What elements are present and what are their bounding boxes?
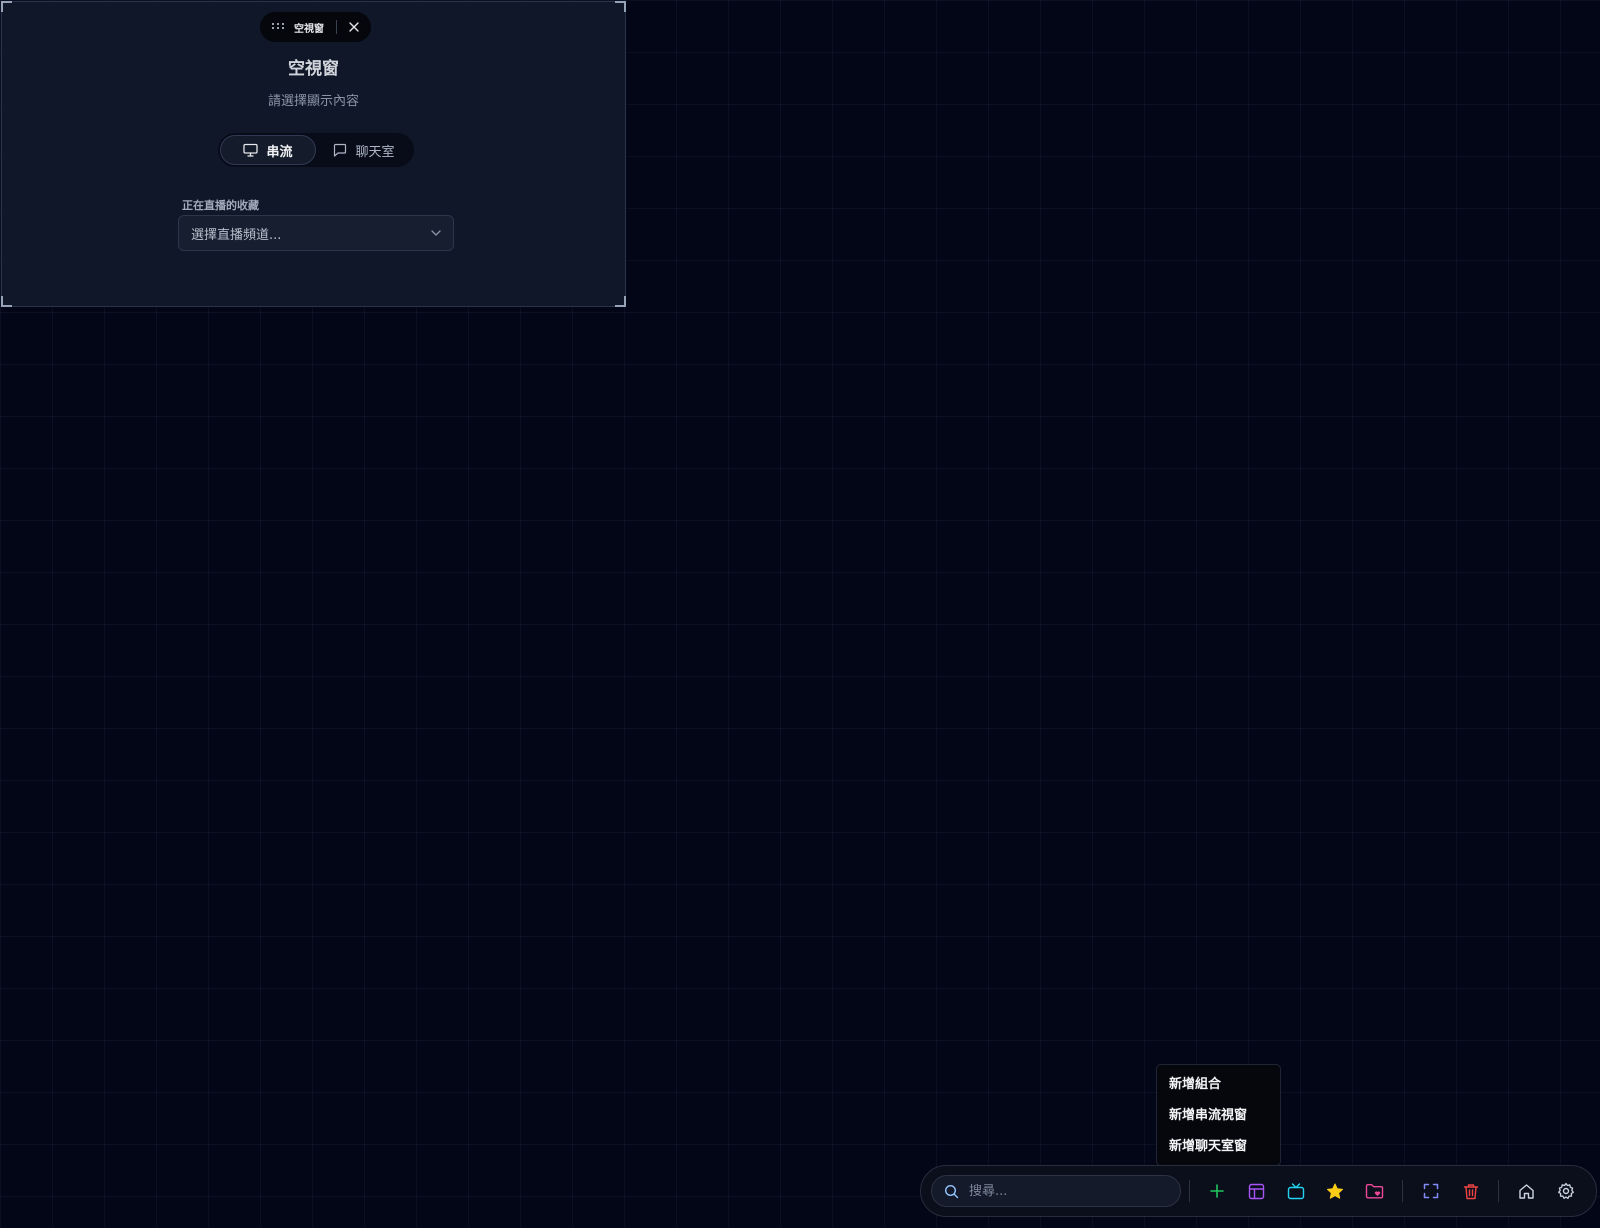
close-icon bbox=[349, 22, 359, 32]
panel-subheading: 請選擇顯示內容 bbox=[267, 94, 359, 109]
fullscreen-button[interactable] bbox=[1411, 1171, 1450, 1211]
divider bbox=[336, 20, 337, 34]
menu-item-add-chat-window[interactable]: 新增聊天室窗 bbox=[1157, 1131, 1280, 1162]
home-icon bbox=[1519, 1183, 1535, 1199]
trash-icon bbox=[1463, 1183, 1478, 1199]
toolbar-divider bbox=[1188, 1180, 1190, 1202]
resize-handle-top-left[interactable] bbox=[1, 1, 12, 12]
favorite-folder-button[interactable] bbox=[1355, 1171, 1394, 1211]
tv-button[interactable] bbox=[1276, 1171, 1315, 1211]
tab-chatroom-label: 聊天室 bbox=[355, 144, 395, 160]
drag-handle-icon[interactable] bbox=[272, 23, 286, 31]
live-favorites-label: 正在直播的收藏 bbox=[182, 199, 259, 212]
panel-heading: 空視窗 bbox=[288, 59, 339, 79]
monitor-icon bbox=[243, 143, 259, 157]
toolbar-divider bbox=[1402, 1180, 1404, 1202]
resize-handle-bottom-left[interactable] bbox=[1, 296, 12, 307]
search-input[interactable] bbox=[969, 1183, 1159, 1199]
home-button[interactable] bbox=[1507, 1171, 1546, 1211]
toolbar-divider bbox=[1498, 1180, 1500, 1202]
bottom-toolbar bbox=[920, 1165, 1597, 1217]
plus-icon bbox=[1210, 1184, 1225, 1198]
live-channel-select[interactable]: 選擇直播頻道... bbox=[178, 215, 454, 251]
content-type-toggle: 串流 聊天室 bbox=[218, 133, 414, 167]
window-title-pill: 空視窗 bbox=[260, 12, 371, 42]
layout-button[interactable] bbox=[1237, 1171, 1276, 1211]
delete-button[interactable] bbox=[1451, 1171, 1490, 1211]
search-box[interactable] bbox=[931, 1175, 1181, 1207]
favorites-button[interactable] bbox=[1316, 1171, 1355, 1211]
menu-item-add-stream-window[interactable]: 新增串流視窗 bbox=[1157, 1100, 1280, 1131]
tab-stream-label: 串流 bbox=[266, 144, 293, 160]
chat-bubble-icon bbox=[334, 143, 347, 157]
live-channel-select-placeholder: 選擇直播頻道... bbox=[191, 227, 282, 243]
add-menu: 新增組合 新增串流視窗 新增聊天室窗 bbox=[1156, 1064, 1281, 1166]
search-icon bbox=[944, 1184, 959, 1198]
resize-handle-top-right[interactable] bbox=[615, 1, 626, 12]
add-button[interactable] bbox=[1198, 1171, 1237, 1211]
tv-icon bbox=[1287, 1182, 1305, 1199]
empty-window-panel: 空視窗 空視窗 請選擇顯示內容 串流 聊天室 正在直播的收藏 選擇直播頻道... bbox=[1, 1, 626, 307]
settings-icon bbox=[1558, 1182, 1575, 1200]
tab-stream[interactable]: 串流 bbox=[220, 135, 316, 165]
fullscreen-icon bbox=[1423, 1183, 1439, 1199]
folder-heart-icon bbox=[1366, 1183, 1384, 1198]
chevron-down-icon bbox=[431, 230, 441, 236]
tab-chatroom[interactable]: 聊天室 bbox=[316, 135, 412, 165]
window-title: 空視窗 bbox=[294, 23, 324, 35]
menu-item-add-group[interactable]: 新增組合 bbox=[1157, 1069, 1280, 1100]
resize-handle-bottom-right[interactable] bbox=[615, 296, 626, 307]
close-window-button[interactable] bbox=[347, 20, 361, 34]
settings-button[interactable] bbox=[1547, 1171, 1586, 1211]
star-icon bbox=[1327, 1183, 1344, 1199]
layout-icon bbox=[1248, 1183, 1265, 1199]
